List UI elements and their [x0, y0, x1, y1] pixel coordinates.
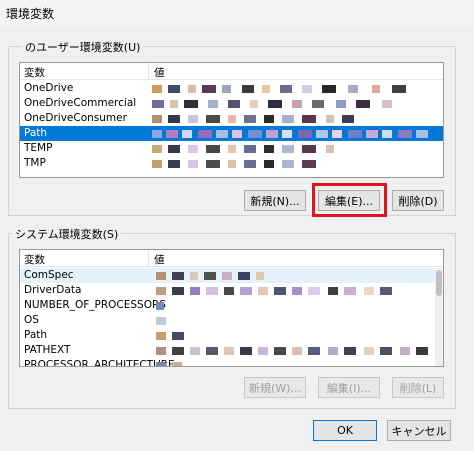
user-row-name: OneDriveConsumer — [24, 112, 127, 124]
user-new-button[interactable]: 新規(N)... — [244, 190, 306, 211]
redacted-value — [152, 317, 431, 325]
redacted-value — [152, 302, 431, 310]
redacted-value — [152, 115, 439, 123]
system-list-header: 変数 値 — [20, 250, 443, 267]
user-row-name: Path — [24, 127, 48, 139]
system-delete-button[interactable]: 削除(L) — [392, 377, 444, 398]
user-row-path[interactable]: Path — [20, 126, 443, 141]
redacted-value — [152, 100, 439, 108]
user-edit-button[interactable]: 編集(E)... — [318, 190, 380, 211]
title-bar: 環境変数 — [0, 0, 474, 26]
user-row-name: TMP — [24, 157, 46, 169]
redacted-value — [152, 160, 439, 168]
user-row-name: OneDriveCommercial — [24, 97, 137, 109]
system-row-driverdata[interactable]: DriverData — [20, 283, 435, 298]
user-row-onedrive[interactable]: OneDrive — [20, 81, 443, 96]
system-new-button[interactable]: 新規(W)... — [244, 377, 306, 398]
user-variables-legend: のユーザー環境変数(U) — [22, 39, 144, 55]
user-row-onedriveconsumer[interactable]: OneDriveConsumer — [20, 111, 443, 126]
redacted-value — [152, 287, 431, 295]
system-variables-list[interactable]: 変数 値 ComSpec DriverData NUMBER_OF_PROCES… — [19, 249, 444, 367]
system-row-comspec[interactable]: ComSpec — [20, 268, 435, 283]
system-row-processor-architecture[interactable]: PROCESSOR_ARCHITECTURE — [20, 358, 435, 366]
ok-button[interactable]: OK — [313, 420, 377, 441]
system-row-name: ComSpec — [24, 269, 74, 281]
system-row-os[interactable]: OS — [20, 313, 435, 328]
user-row-onedrivecommercial[interactable]: OneDriveCommercial — [20, 96, 443, 111]
redacted-value — [152, 362, 431, 366]
system-list-scrollbar[interactable] — [435, 268, 443, 366]
user-row-temp[interactable]: TEMP — [20, 141, 443, 156]
system-col-value[interactable]: 値 — [154, 252, 165, 266]
user-row-tmp[interactable]: TMP — [20, 156, 443, 171]
system-row-number-of-processors[interactable]: NUMBER_OF_PROCESSORS — [20, 298, 435, 313]
user-row-name: TEMP — [24, 142, 53, 154]
user-variables-list[interactable]: 変数 値 OneDrive OneDriveCommercial OneDriv… — [19, 62, 444, 178]
system-row-path[interactable]: Path — [20, 328, 435, 343]
cancel-button[interactable]: キャンセル — [387, 420, 451, 441]
redacted-value — [152, 130, 439, 138]
system-row-name: DriverData — [24, 284, 82, 296]
system-edit-button[interactable]: 編集(I)... — [318, 377, 380, 398]
system-row-name: Path — [24, 329, 48, 341]
user-list-header: 変数 値 — [20, 63, 443, 80]
scrollbar-thumb[interactable] — [436, 270, 442, 296]
redacted-value — [152, 85, 439, 93]
system-row-pathext[interactable]: PATHEXT — [20, 343, 435, 358]
window-title: 環境変数 — [6, 7, 55, 21]
redacted-value — [152, 272, 431, 280]
system-row-name: OS — [24, 314, 39, 326]
user-delete-button[interactable]: 削除(D) — [392, 190, 444, 211]
system-row-name: PATHEXT — [24, 344, 71, 356]
system-variables-legend: システム環境変数(S) — [12, 226, 122, 242]
user-col-value[interactable]: 値 — [154, 65, 165, 79]
redacted-value — [152, 332, 431, 340]
user-row-name: OneDrive — [24, 82, 74, 94]
redacted-value — [152, 347, 431, 355]
system-col-variable[interactable]: 変数 — [24, 252, 45, 266]
redacted-value — [152, 145, 439, 153]
system-row-name: NUMBER_OF_PROCESSORS — [24, 299, 166, 311]
user-col-variable[interactable]: 変数 — [24, 65, 45, 79]
